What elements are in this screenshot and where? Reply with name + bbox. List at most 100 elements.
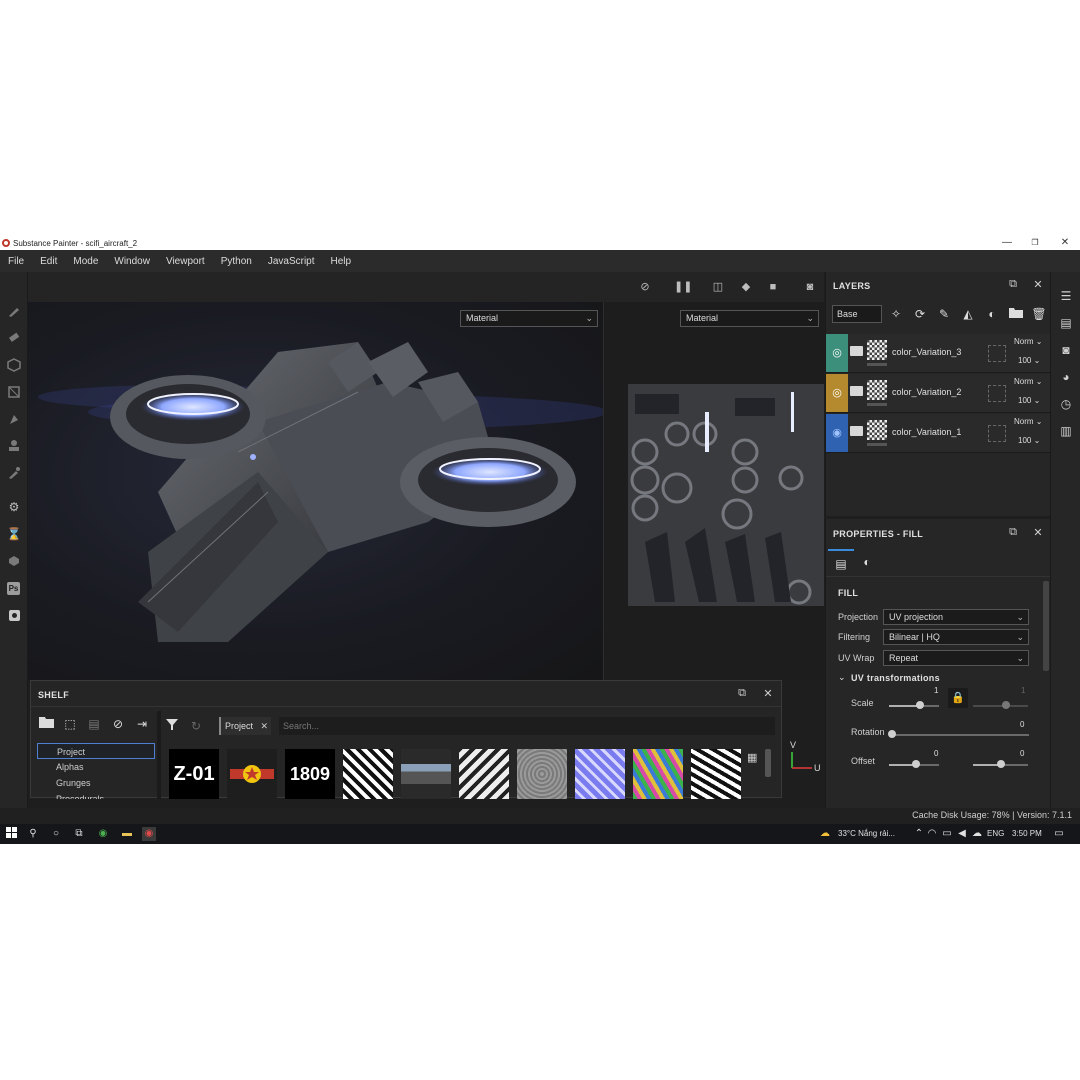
file-explorer-icon[interactable]: ▬ [120,827,134,841]
filter-tag[interactable]: Project ✕ [219,717,272,735]
notifications-icon[interactable]: ▭ [1052,827,1066,841]
history-icon[interactable]: ◷ [1058,396,1074,412]
color-picker-icon[interactable] [5,464,23,482]
layer-blend-mode[interactable]: Norm ⌄ [1014,417,1043,426]
lock-icon[interactable]: 🔒 [948,688,968,708]
menu-file[interactable]: File [8,256,24,267]
clock[interactable]: 3:50 PM [1012,829,1042,838]
smudge-icon[interactable] [5,410,23,428]
smart-material-icon[interactable]: ⟳ [912,305,928,323]
search-icon[interactable]: ⚲ [26,827,40,841]
cube-icon[interactable]: ◆ [738,279,754,295]
thumbnail-emblem[interactable] [227,749,277,799]
material-dock-icon[interactable]: ◕ [1058,369,1074,385]
export-arrow-icon[interactable]: ⇥ [133,715,151,733]
split-view-icon[interactable]: ◫ [710,279,726,295]
menu-help[interactable]: Help [331,256,352,267]
volume-icon[interactable]: ◀ [955,827,969,841]
tray-chevron-icon[interactable]: ⌃ [912,827,926,841]
export-icon[interactable] [5,606,23,624]
shelf-category-grunges[interactable]: Grunges [37,775,155,791]
layer-extra-slot[interactable] [988,345,1006,362]
scale-v-slider[interactable] [973,705,1028,707]
substance-painter-taskbar-icon[interactable]: ◉ [142,827,156,841]
properties-scrollbar[interactable] [1043,581,1049,671]
visibility-eye-icon[interactable]: ◉ [830,426,844,440]
plugin-icon[interactable] [5,552,23,570]
offset-v-knob[interactable] [997,760,1005,768]
visibility-eye-icon[interactable]: ◎ [830,346,844,360]
cortana-icon[interactable]: ○ [49,827,63,841]
texture-set-icon[interactable]: ▤ [1058,315,1074,331]
paint-layer-icon[interactable]: ✎ [936,305,952,323]
float-panel-icon[interactable]: ⧉ [735,687,749,700]
thumbnail-normal-map[interactable] [575,749,625,799]
shelf-category-procedurals[interactable]: Procedurals [37,791,155,799]
minimize-button[interactable]: — [992,236,1022,250]
tab-material[interactable]: ◐ [854,549,880,577]
import-icon[interactable]: ⬚ [61,715,79,733]
camera-icon[interactable]: ■ [765,279,781,295]
eraser-icon[interactable] [5,329,23,347]
3d-view[interactable]: Material ⌄ [28,302,604,680]
scale-u-knob[interactable] [916,701,924,709]
log-icon[interactable]: ▥ [1058,423,1074,439]
uv-wrap-select[interactable]: Repeat ⌄ [883,650,1029,666]
thumbnail-1809[interactable]: 1809 [285,749,335,799]
tab-fill-properties[interactable]: ▤ [828,549,854,577]
mask-icon[interactable]: ◐ [984,305,1000,323]
offset-u-knob[interactable] [912,760,920,768]
filtering-select[interactable]: Bilinear | HQ ⌄ [883,629,1029,645]
restore-button[interactable]: ❐ [1020,236,1050,250]
shelf-splitter[interactable] [157,711,161,799]
float-panel-icon[interactable]: ⧉ [1006,278,1020,291]
layer-mask-thumbnail[interactable] [867,420,887,440]
hide-icon[interactable]: ⊘ [637,279,653,295]
language-indicator[interactable]: ENG [987,829,1004,838]
fill-layer-icon[interactable]: ◭ [960,305,976,323]
layer-row[interactable]: ◎ color_Variation_2 Norm ⌄ 100 ⌄ [826,374,1051,413]
grid-view-icon[interactable]: ▦ [747,751,759,764]
thumbnail-z01[interactable]: Z-01 [169,749,219,799]
menu-python[interactable]: Python [221,256,252,267]
shelf-search-input[interactable] [279,717,775,735]
float-panel-icon[interactable]: ⧉ [1006,526,1020,539]
add-folder-icon[interactable] [1008,305,1024,323]
layer-extra-slot[interactable] [988,385,1006,402]
layer-mask-thumbnail[interactable] [867,340,887,360]
library-icon[interactable]: ▤ [85,715,103,733]
magic-wand-icon[interactable]: ✧ [888,305,904,323]
projection-select[interactable]: UV projection ⌄ [883,609,1029,625]
menu-window[interactable]: Window [114,256,150,267]
channel-select[interactable]: Base Color [832,305,882,323]
thumbnail-bw-uv-3[interactable] [691,749,741,799]
layer-opacity[interactable]: 100 ⌄ [1018,356,1040,365]
pause-icon[interactable]: ❚❚ [674,279,692,295]
network-icon[interactable]: ◠ [925,827,939,841]
shelf-category-project[interactable]: Project [37,743,155,759]
settings-icon[interactable]: ⚙ [5,498,23,516]
thumbnail-color-id[interactable] [633,749,683,799]
onedrive-icon[interactable]: ☁ [970,827,984,841]
screenshot-icon[interactable]: ◙ [802,279,818,295]
remove-tag-icon[interactable]: ✕ [260,717,268,735]
shelf-scrollbar[interactable] [765,749,771,777]
delete-icon[interactable]: 🗑 [1031,305,1047,323]
close-panel-icon[interactable]: ✕ [761,687,775,700]
menu-viewport[interactable]: Viewport [166,256,205,267]
display-settings-icon[interactable]: ◙ [1058,342,1074,358]
task-view-icon[interactable]: ⧉ [72,827,86,841]
shelf-category-alphas[interactable]: Alphas [37,759,155,775]
layer-blend-mode[interactable]: Norm ⌄ [1014,377,1043,386]
thumbnail-bw-uv-1[interactable] [343,749,393,799]
layers-dock-icon[interactable]: ☰ [1058,288,1074,304]
clone-stamp-icon[interactable] [5,437,23,455]
menu-edit[interactable]: Edit [40,256,57,267]
layer-mask-thumbnail[interactable] [867,380,887,400]
layer-extra-slot[interactable] [988,425,1006,442]
close-button[interactable]: ✕ [1050,236,1080,250]
collapse-chevron-icon[interactable]: ⌄ [838,672,846,683]
rotation-slider[interactable] [889,734,1029,736]
thumbnail-bw-uv-2[interactable] [459,749,509,799]
thumbnail-landscape[interactable] [401,749,451,799]
